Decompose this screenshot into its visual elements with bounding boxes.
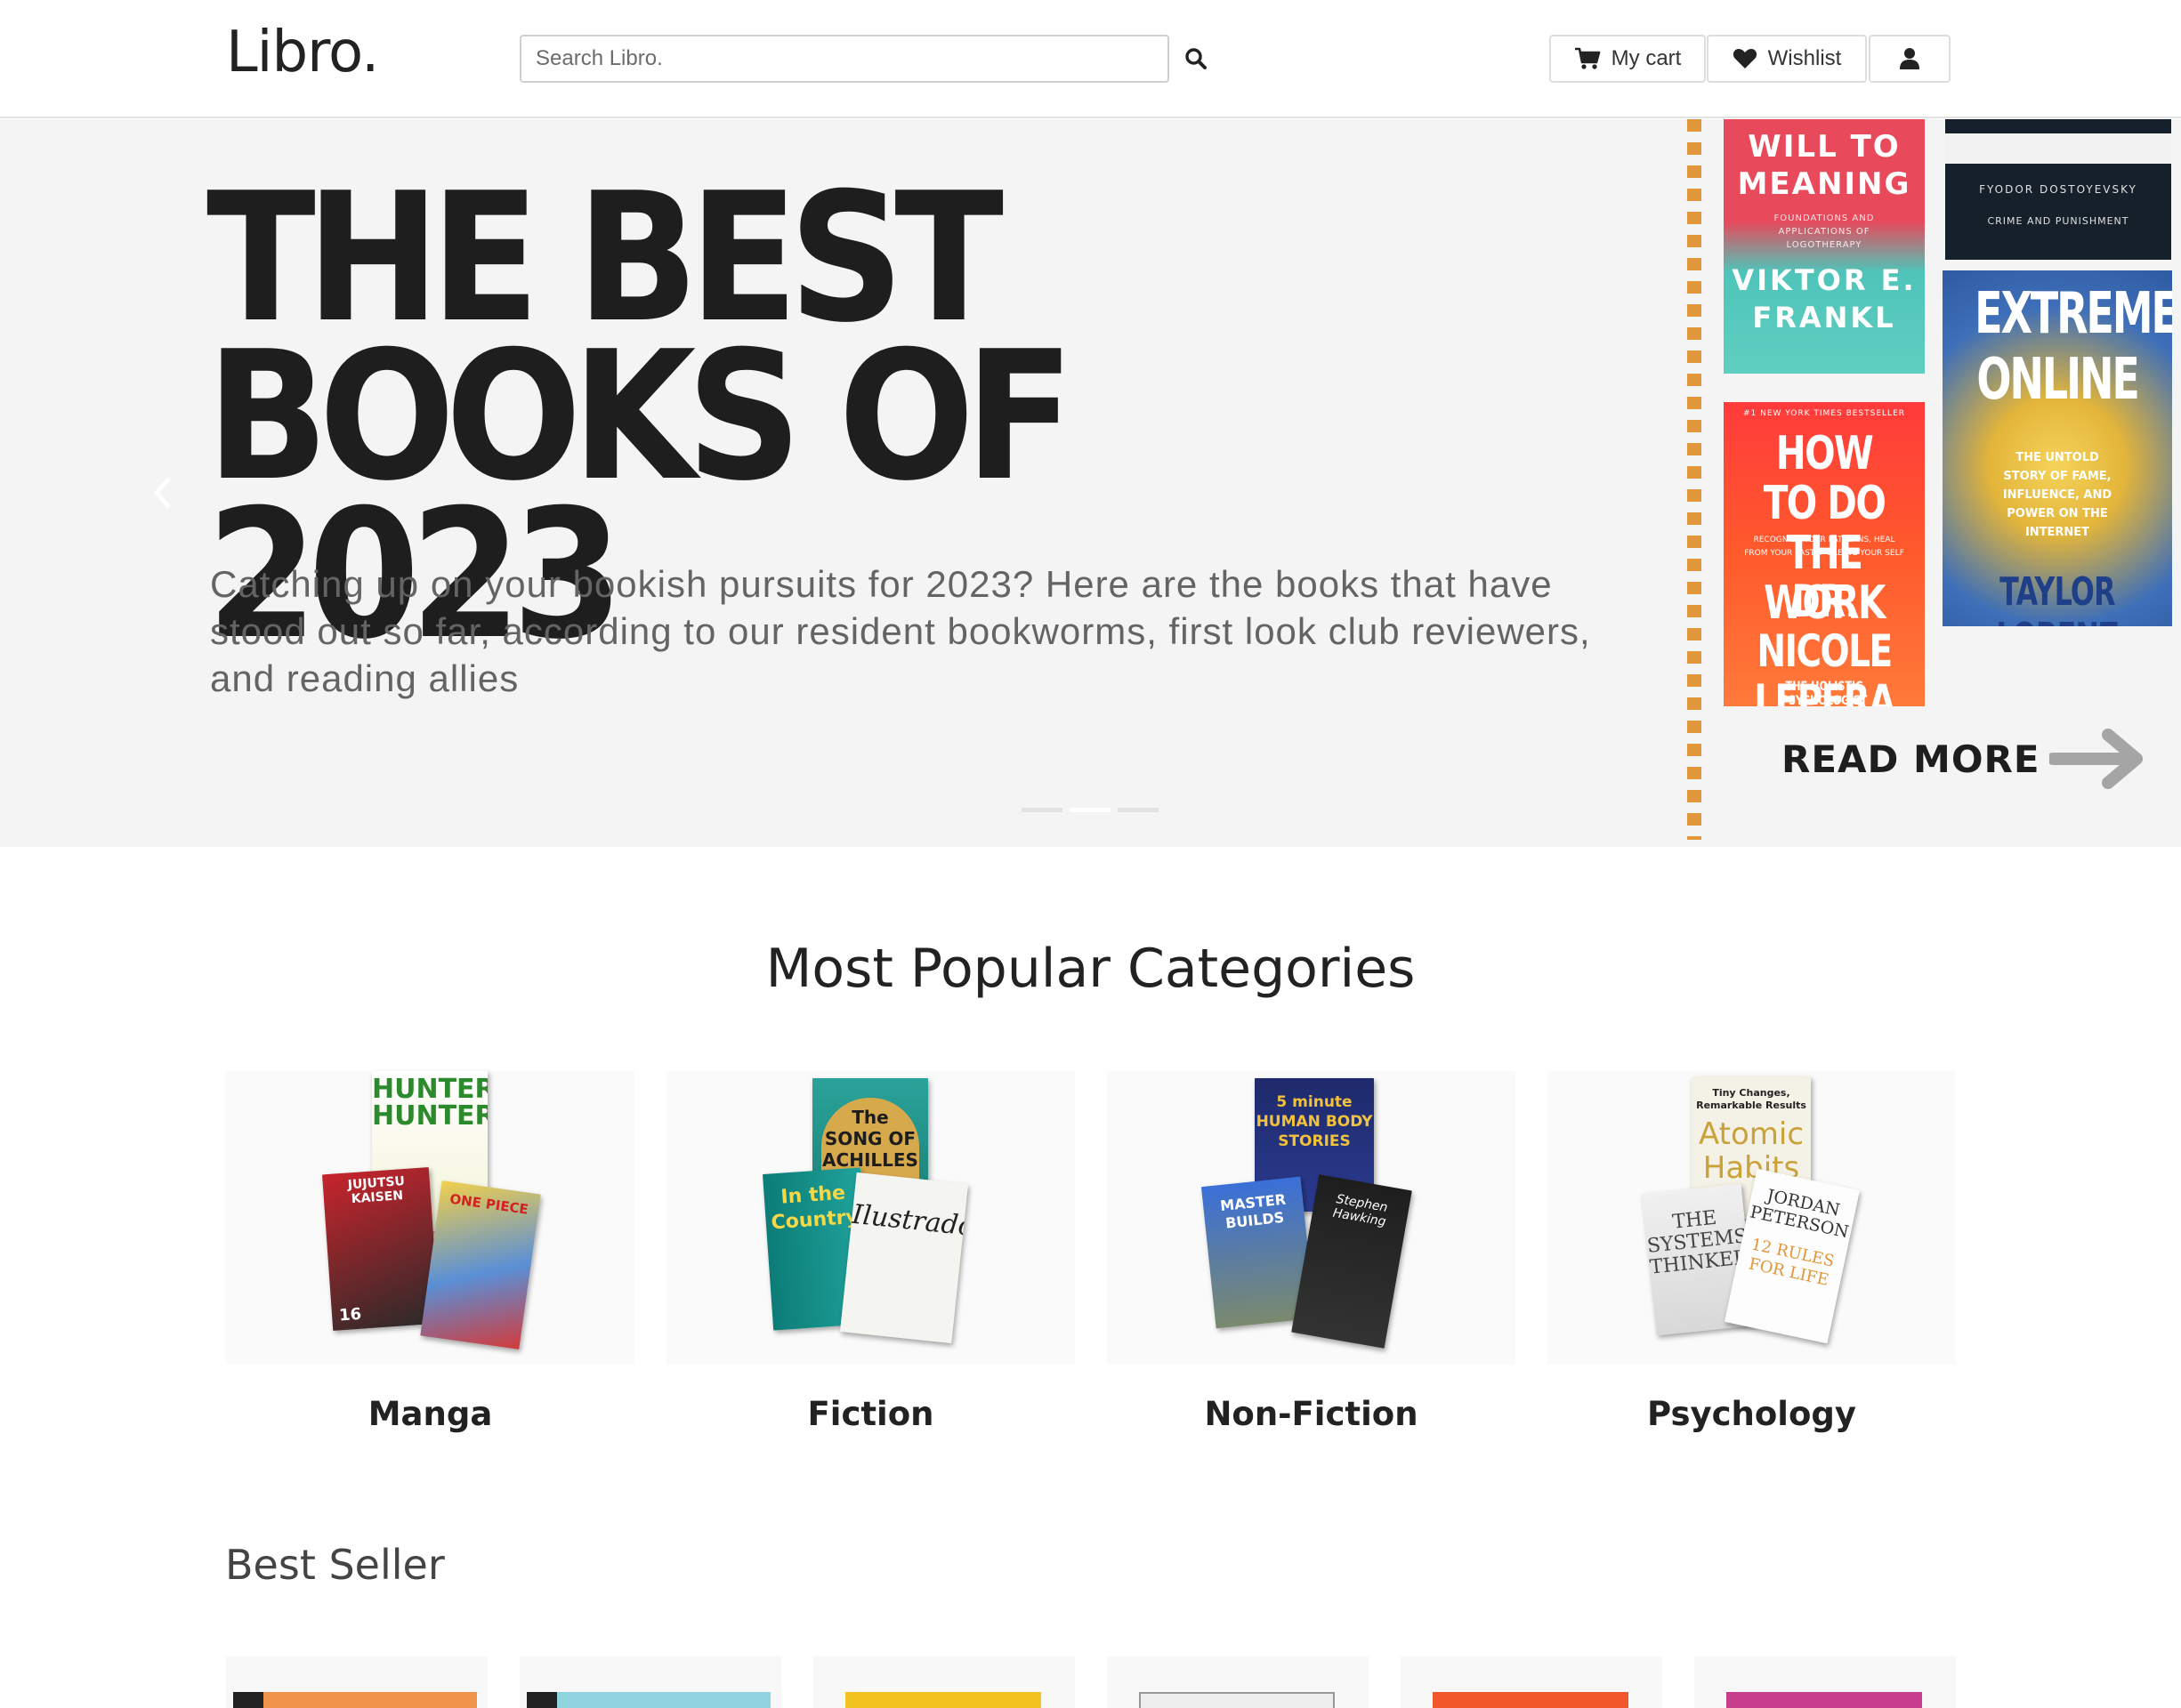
cart-label: My cart [1611,46,1682,70]
categories-heading: Most Popular Categories [765,938,1416,1000]
book-cover-thumbnail [1433,1692,1628,1708]
cover-title: ONE PIECE [448,1190,529,1218]
category-label-manga[interactable]: Manga [226,1395,634,1433]
category-card-manga[interactable]: HUNTER HUNTER JUJUTSU KAISEN 16 ONE PIEC… [226,1071,634,1365]
carousel-indicator-active[interactable] [1070,808,1111,812]
read-more-label: READ MORE [1781,737,2040,781]
book-cover-thumbnail [527,1692,771,1708]
cover-title: Stephen Hawking [1331,1192,1389,1229]
account-button[interactable] [1869,35,1951,83]
cart-icon [1574,47,1600,69]
best-seller-card[interactable] [813,1656,1075,1708]
cover-subtitle: THE UNTOLD STORY OF FAME, INFLUENCE, AND… [2002,451,2112,539]
search-button[interactable] [1178,41,1214,77]
hero-description: Catching up on your bookish pursuits for… [210,563,1591,699]
cover-title: Ilustrado [850,1198,969,1243]
cover-title: WILL TO MEANING [1737,129,1911,202]
carousel-indicator[interactable] [1022,808,1062,812]
book-cover-jujutsu-kaisen: JUJUTSU KAISEN 16 [322,1167,440,1331]
cover-title: EXTREMELY ONLINE [1975,281,2172,413]
site-logo[interactable]: Libro. [226,20,379,85]
cover-badge: #1 NEW YORK TIMES BESTSELLER [1742,409,1906,418]
hero-carousel[interactable]: THE BEST BOOKS OF 2023 Catching up on yo… [0,119,2181,847]
user-icon [1900,48,1919,69]
cover-title: Atomic Habits [1698,1116,1805,1186]
best-seller-heading: Best Seller [225,1541,445,1589]
cover-subtitle: FOUNDATIONS AND APPLICATIONS OF LOGOTHER… [1773,214,1875,250]
cover-subtitle: RECOGNIZE YOUR PATTERNS, HEAL FROM YOUR … [1744,536,1904,558]
book-cover-thumbnail [233,1692,477,1708]
cover-title: 5 minute HUMAN BODY STORIES [1256,1093,1373,1150]
best-seller-card[interactable] [1694,1656,1956,1708]
category-label-non-fiction[interactable]: Non-Fiction [1107,1395,1515,1433]
category-card-non-fiction[interactable]: 5 minute HUMAN BODY STORIES MASTER BUILD… [1107,1071,1515,1365]
category-card-fiction[interactable]: The SONG OF ACHILLES In the Country Ilus… [666,1071,1075,1365]
search-input[interactable] [520,35,1169,83]
best-seller-card[interactable] [520,1656,781,1708]
best-seller-card[interactable] [1401,1656,1662,1708]
carousel-indicators [1022,808,1159,812]
cover-title: In the Country [770,1181,860,1235]
cover-title: THE SYSTEMS THINKER [1645,1206,1749,1279]
chevron-left-icon [153,477,171,509]
category-label-psychology[interactable]: Psychology [1547,1395,1956,1433]
cover-volume: 16 [338,1304,362,1325]
book-cover-one-piece: ONE PIECE [420,1180,541,1349]
cover-title: MASTER BUILDS [1219,1190,1287,1232]
carousel-indicator[interactable] [1118,808,1159,812]
cover-tagline: THE HOLISTIC PSYCHOLOGIST [1781,680,1868,706]
carousel-prev-button[interactable] [144,466,180,520]
cover-author: VIKTOR E. FRANKL [1732,263,1917,334]
cover-author: TAYLOR LORENZ [1996,569,2119,626]
book-cover-extremely-online: EXTREMELY ONLINE THE UNTOLD STORY OF FAM… [1943,270,2172,626]
arrow-right-icon [2048,729,2143,789]
cart-button[interactable]: My cart [1549,35,1706,83]
wishlist-button[interactable]: Wishlist [1707,35,1867,83]
best-seller-card[interactable] [226,1656,488,1708]
book-cover-thumbnail [845,1692,1041,1708]
top-navbar: Libro. My cart Wishlist [0,0,2181,118]
cover-title: The SONG OF ACHILLES [821,1098,919,1180]
cover-title: JUJUTSU KAISEN [347,1173,406,1207]
book-cover-thumbnail [1139,1692,1335,1708]
cover-author: FYODOR DOSTOYEVSKY [1979,183,2137,196]
best-seller-card[interactable] [1107,1656,1369,1708]
book-cover-crime-and-punishment: FYODOR DOSTOYEVSKY CRIME AND PUNISHMENT [1945,119,2171,260]
cover-stripe [1945,133,2171,164]
book-cover-will-to-meaning: WILL TO MEANING FOUNDATIONS AND APPLICAT… [1724,119,1925,374]
cover-subtitle: Tiny Changes, Remarkable Results [1696,1087,1806,1111]
cover-title: CRIME AND PUNISHMENT [1987,215,2129,227]
search-icon [1185,48,1207,69]
wishlist-label: Wishlist [1767,46,1842,70]
heart-icon [1733,49,1757,68]
category-card-psychology[interactable]: Tiny Changes, Remarkable Results Atomic … [1547,1071,1956,1365]
book-cover-thumbnail [1726,1692,1922,1708]
category-label-fiction[interactable]: Fiction [666,1395,1075,1433]
cover-title: HUNTER HUNTER [372,1074,488,1132]
read-more-link[interactable]: READ MORE [1781,728,2147,790]
book-cover-how-to-do-the-work: #1 NEW YORK TIMES BESTSELLER HOW TO DO T… [1724,402,1925,706]
book-cover-ilustrado: Ilustrado [839,1172,969,1344]
decorative-dashed-line [1687,119,1701,840]
